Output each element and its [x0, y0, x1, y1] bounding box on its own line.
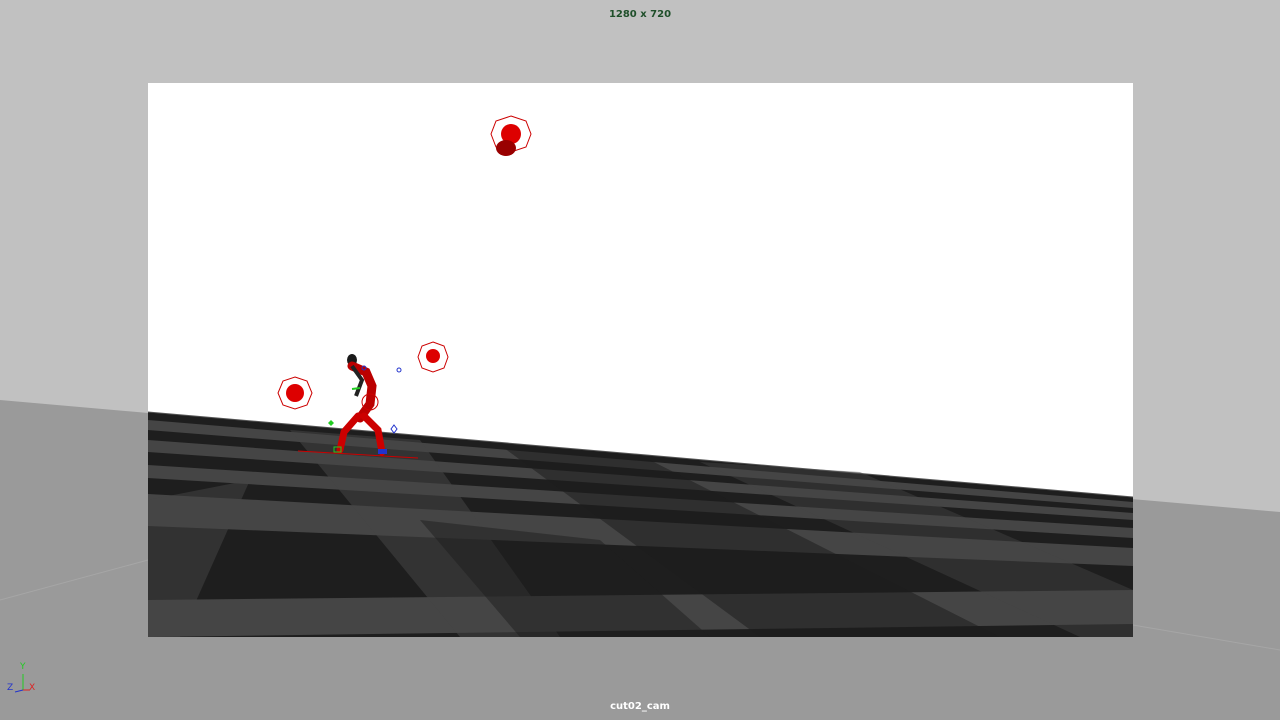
axis-x-label: X	[29, 683, 36, 693]
axis-z-label: Z	[7, 683, 14, 693]
camera-name-label: cut02_cam	[610, 701, 670, 712]
resolution-label: 1280 x 720	[608, 9, 672, 20]
resolution-gate	[148, 83, 1133, 637]
axis-y-label: Y	[20, 662, 26, 672]
camera-viewport[interactable]	[0, 0, 1280, 720]
axis-gizmo: Y Z X	[6, 662, 40, 698]
